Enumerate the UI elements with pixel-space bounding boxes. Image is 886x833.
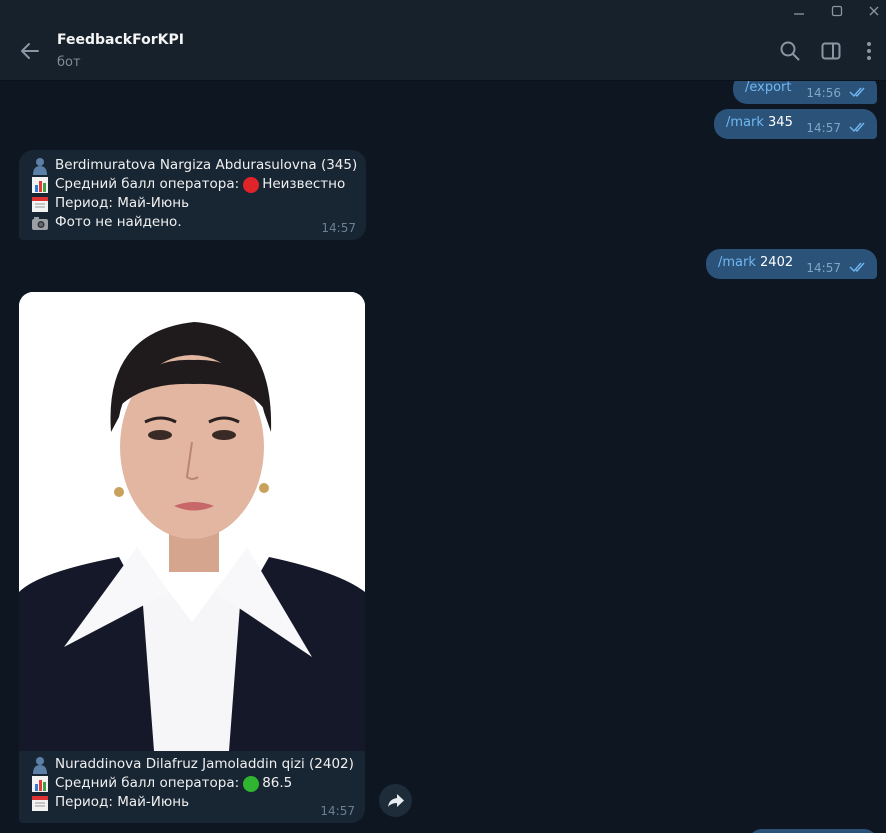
operator-name: Berdimuratova Nargiza Abdurasulovna (345… xyxy=(55,157,358,173)
score-label: Средний балл оператора: xyxy=(55,775,240,791)
forward-button[interactable] xyxy=(379,784,412,817)
close-window-button[interactable] xyxy=(856,0,886,22)
chat-header: FeedbackForKPI бот xyxy=(0,22,886,81)
message-time: 14:57 xyxy=(320,804,355,818)
portrait-image xyxy=(19,292,365,751)
person-icon xyxy=(33,756,47,774)
chat-title[interactable]: FeedbackForKPI xyxy=(57,32,184,48)
message-time: 14:57 xyxy=(806,261,841,275)
read-check-icon xyxy=(849,262,865,273)
period-text: Период: Май-Июнь xyxy=(55,195,190,211)
operator-photo[interactable] xyxy=(19,292,365,751)
outgoing-message[interactable]: /export 14:56 xyxy=(733,81,877,104)
incoming-message[interactable]: Berdimuratova Nargiza Abdurasulovna (345… xyxy=(19,150,366,240)
command-link[interactable]: /export xyxy=(745,81,792,95)
period-line: Период: Май-Июнь xyxy=(31,793,357,812)
photo-status-line: Фото не найдено. xyxy=(31,213,358,232)
photo-status: Фото не найдено. xyxy=(55,214,182,230)
score-value: 86.5 xyxy=(262,775,293,791)
camera-icon xyxy=(32,216,48,230)
red-circle-icon xyxy=(243,176,260,193)
chat-subtitle: бот xyxy=(57,55,81,70)
outgoing-message-partial[interactable] xyxy=(748,829,878,833)
calendar-icon xyxy=(32,196,48,212)
message-time: 14:57 xyxy=(321,221,356,235)
operator-name: Nuraddinova Dilafruz Jamoladdin qizi (24… xyxy=(55,756,354,772)
incoming-message-caption[interactable]: Nuraddinova Dilafruz Jamoladdin qizi (24… xyxy=(19,751,365,823)
period-text: Период: Май-Июнь xyxy=(55,794,190,810)
window-titlebar xyxy=(0,0,886,22)
score-value: Неизвестно xyxy=(262,176,346,192)
outgoing-message[interactable]: /mark 345 14:57 xyxy=(714,109,877,139)
score-label: Средний балл оператора: xyxy=(55,176,240,192)
read-check-icon xyxy=(849,87,865,98)
score-line: Средний балл оператора: 86.5 xyxy=(31,774,357,793)
maximize-button[interactable] xyxy=(819,0,855,22)
back-arrow-icon[interactable] xyxy=(18,39,42,63)
calendar-icon xyxy=(32,795,48,811)
command-link[interactable]: /mark xyxy=(726,115,764,130)
command-link[interactable]: /mark xyxy=(718,255,756,270)
green-circle-icon xyxy=(243,775,260,792)
search-icon[interactable] xyxy=(778,39,802,63)
message-text: 2402 xyxy=(755,255,794,270)
bar-chart-icon xyxy=(32,176,48,193)
more-options-icon[interactable] xyxy=(857,39,881,63)
chat-history[interactable]: /export 14:56 /mark 345 14:57 Berdimurat… xyxy=(0,81,886,833)
score-line: Средний балл оператора: Неизвестно xyxy=(31,175,358,194)
maximize-icon xyxy=(831,5,843,17)
sidebar-toggle-icon[interactable] xyxy=(819,39,843,63)
operator-name-line: Nuraddinova Dilafruz Jamoladdin qizi (24… xyxy=(31,755,357,774)
minimize-icon xyxy=(794,13,804,15)
period-line: Период: Май-Июнь xyxy=(31,194,358,213)
person-icon xyxy=(33,157,47,175)
share-arrow-icon xyxy=(387,793,404,807)
bar-chart-icon xyxy=(32,775,48,792)
operator-name-line: Berdimuratova Nargiza Abdurasulovna (345… xyxy=(31,156,358,175)
message-time: 14:56 xyxy=(806,86,841,100)
minimize-button[interactable] xyxy=(781,0,817,22)
message-text: 345 xyxy=(763,115,793,130)
message-time: 14:57 xyxy=(806,121,841,135)
outgoing-message[interactable]: /mark 2402 14:57 xyxy=(706,249,877,279)
close-icon xyxy=(869,6,879,16)
read-check-icon xyxy=(849,122,865,133)
